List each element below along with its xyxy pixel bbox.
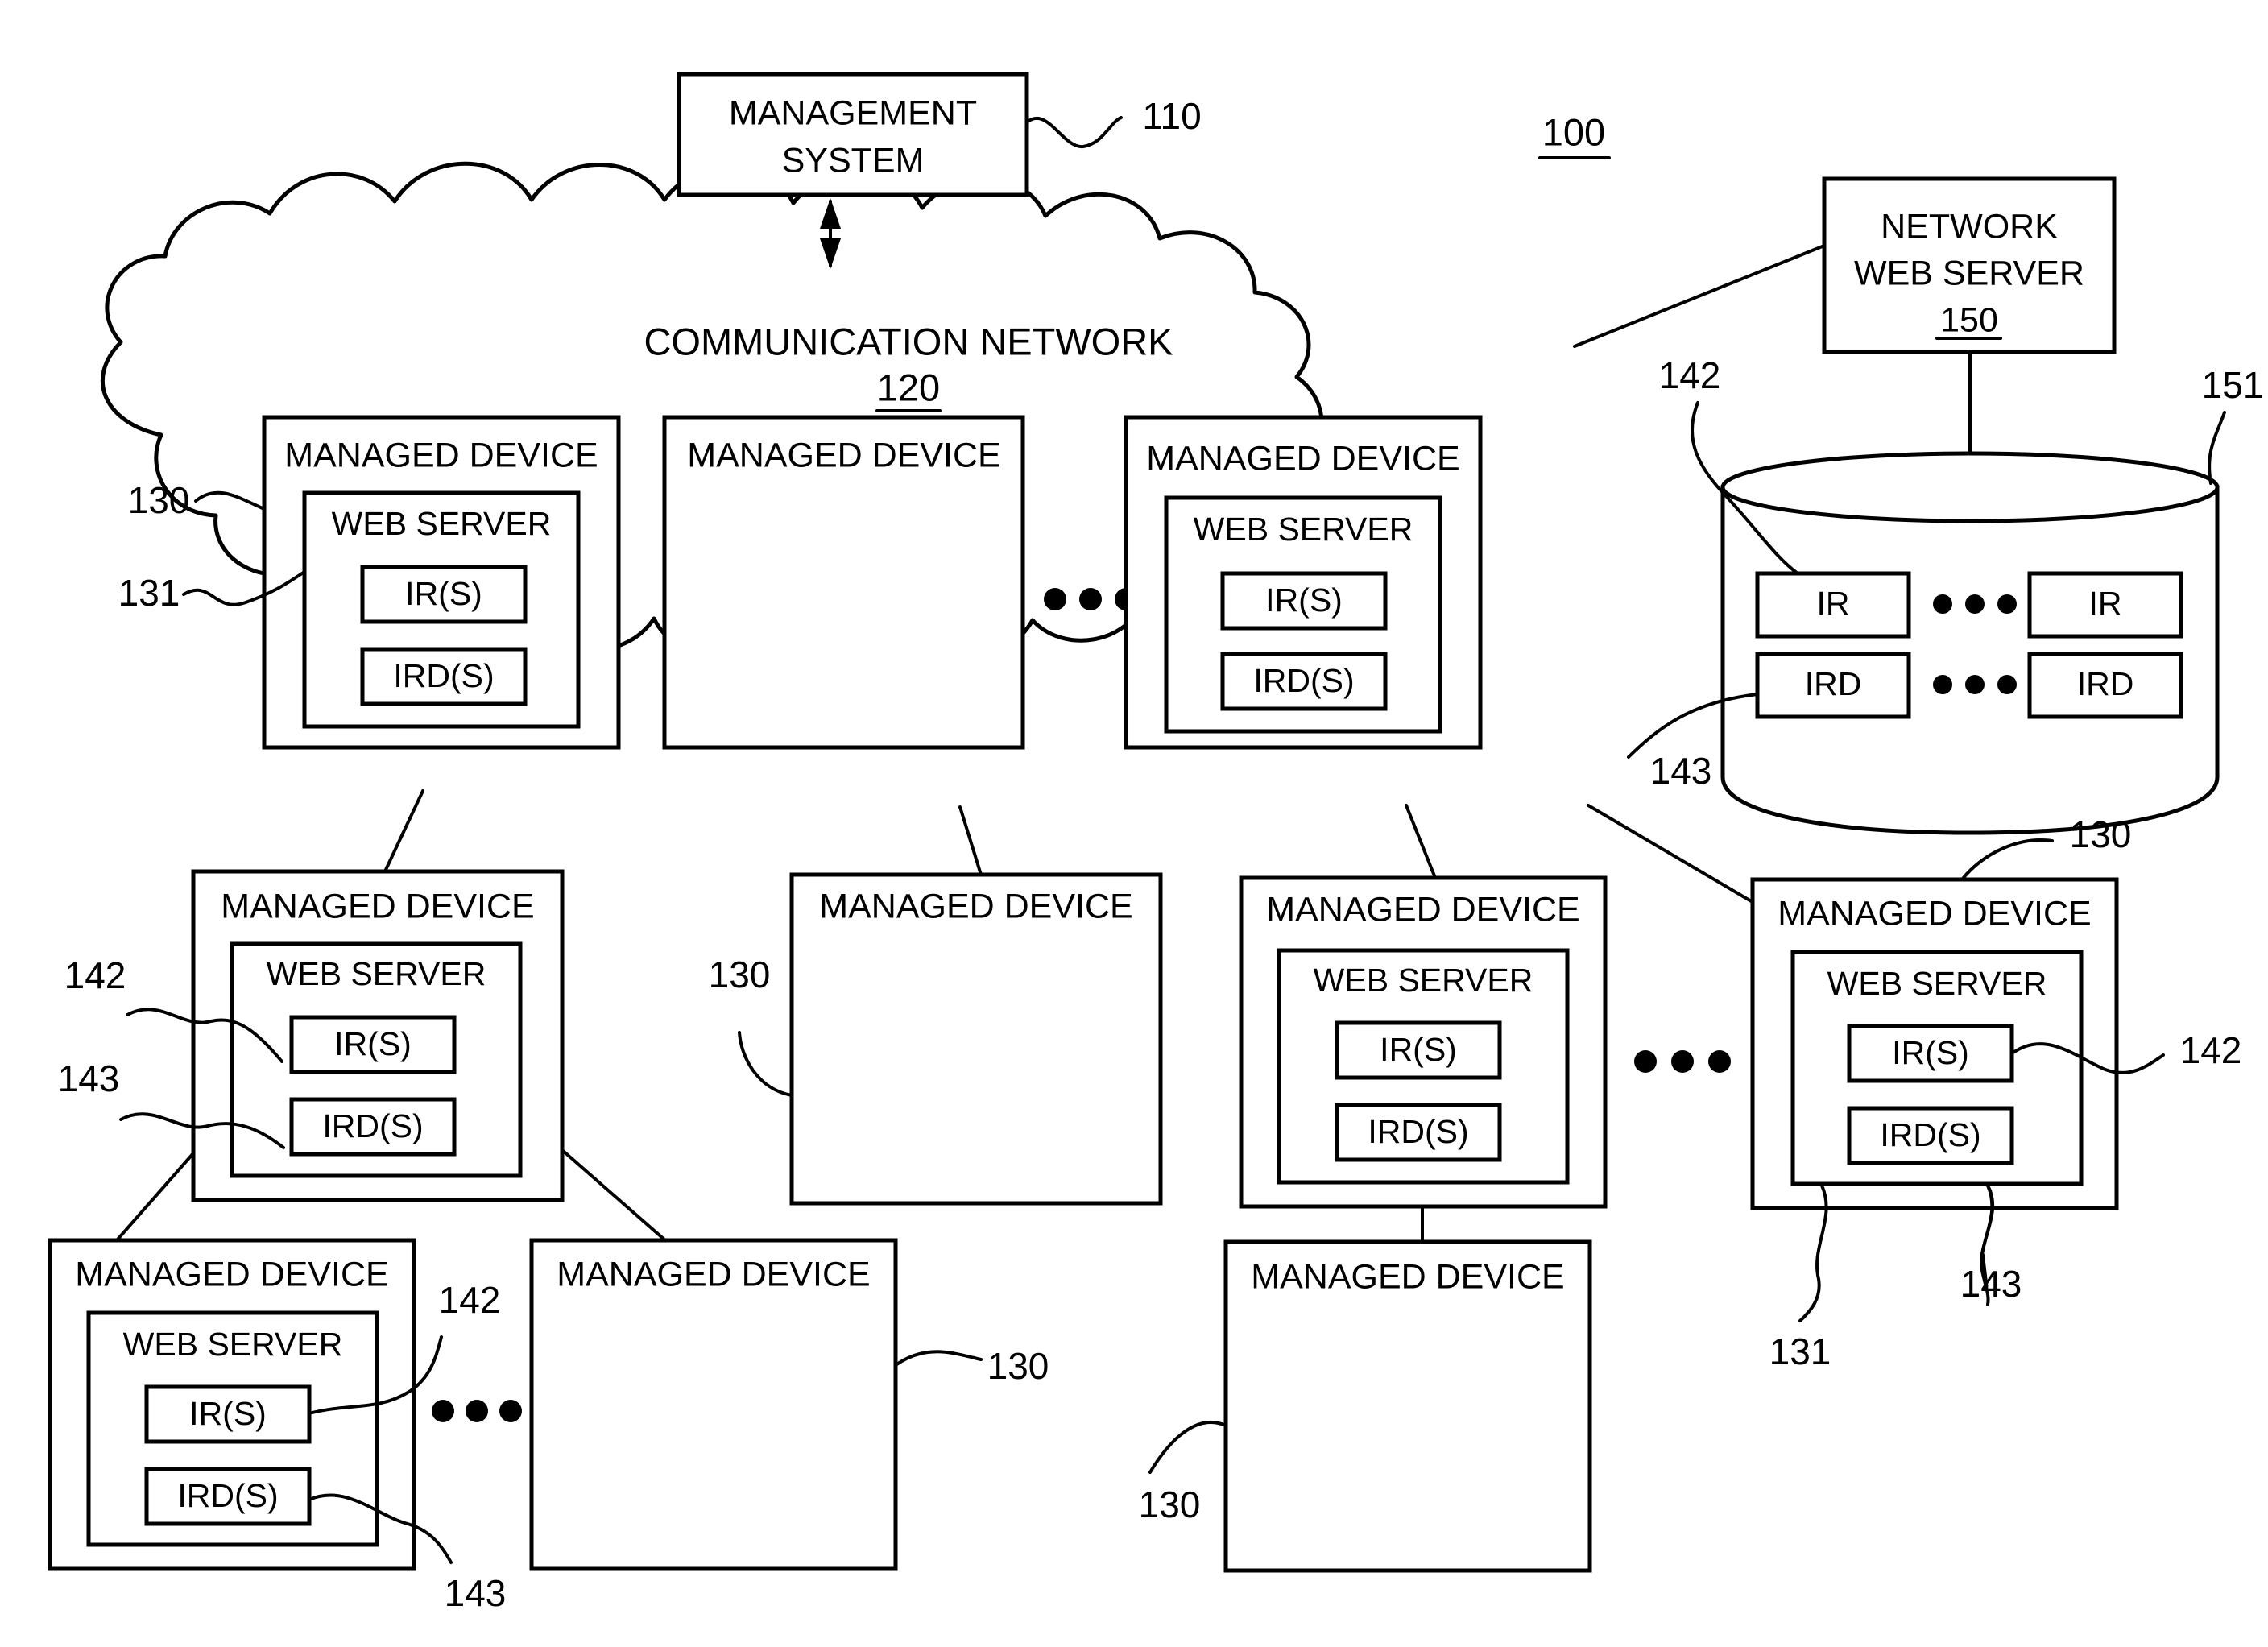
cloud-to-row2-device4-link [1587, 804, 1754, 904]
ir-s-label: IR(S) [334, 1025, 412, 1062]
database-ir-ellipsis-dot [1933, 594, 1952, 614]
management-system-node[interactable]: MANAGEMENT SYSTEM [677, 72, 1029, 197]
database-ir-label-left: IR [1817, 585, 1850, 622]
ird-s-label: IRD(S) [1368, 1113, 1468, 1150]
ref-143-row2-label: 143 [58, 1057, 120, 1099]
ref-131-row2-dev4-label: 131 [1769, 1330, 1831, 1372]
ref-130-row3-dev2-leader [894, 1350, 983, 1367]
managed-device-title: MANAGED DEVICE [557, 1255, 870, 1293]
cloud-row-ellipsis [1044, 588, 1137, 610]
row2-dev1-to-row3-dev2-link [561, 1148, 667, 1242]
database-cylinder[interactable]: IR IRD IR IRD [1720, 451, 2220, 835]
database-ir-ellipsis-dot [1965, 594, 1984, 614]
ref-110-label: 110 [1142, 95, 1201, 137]
ird-s-label: IRD(S) [393, 657, 494, 694]
ref-130-row2-leader [738, 1031, 793, 1097]
ird-s-label: IRD(S) [1880, 1116, 1980, 1153]
network-web-server-label-1: NETWORK [1881, 207, 2058, 246]
managed-device-row3-2[interactable]: MANAGED DEVICE [529, 1238, 898, 1571]
cloud-to-row2-device1-link [383, 789, 424, 873]
figure-number: 100 [1538, 110, 1611, 159]
cloud-title: COMMUNICATION NETWORK [644, 320, 1173, 362]
ir-s-label: IR(S) [1892, 1034, 1969, 1071]
patent-figure: COMMUNICATION NETWORK 120 MANAGEMENT SYS… [0, 0, 2268, 1647]
row2-ellipsis [1634, 1050, 1731, 1073]
ir-s-label: IR(S) [1265, 581, 1343, 619]
managed-device-row2-4[interactable]: MANAGED DEVICE WEB SERVER IR(S) IRD(S) [1750, 877, 2119, 1210]
cloud-to-network-web-server-link [1573, 244, 1826, 348]
managed-device-cloud-1[interactable]: MANAGED DEVICE WEB SERVER IR(S) IRD(S) [262, 415, 621, 750]
ref-142-row2-dev4-label: 142 [2180, 1029, 2242, 1071]
managed-device-title: MANAGED DEVICE [1778, 894, 2091, 933]
database-ird-label-left: IRD [1805, 665, 1862, 702]
managed-device-title: MANAGED DEVICE [819, 887, 1132, 925]
management-system-network-link [820, 198, 841, 269]
managed-device-cloud-3[interactable]: MANAGED DEVICE WEB SERVER IR(S) IRD(S) [1124, 415, 1483, 750]
web-server-title: WEB SERVER [267, 955, 486, 992]
ref-130-row2-label: 130 [709, 954, 771, 995]
ref-143-row2-dev4-label: 143 [1960, 1263, 2022, 1305]
ref-142-database-label: 142 [1659, 354, 1721, 396]
web-server-title: WEB SERVER [1827, 965, 2047, 1002]
ir-s-label: IR(S) [189, 1395, 267, 1432]
web-server-title: WEB SERVER [123, 1326, 343, 1363]
web-server-title: WEB SERVER [332, 505, 552, 542]
managed-device-title: MANAGED DEVICE [75, 1255, 388, 1293]
ref-131-cloud-label: 131 [118, 572, 180, 614]
ref-151-label: 151 [2202, 364, 2264, 406]
ird-s-label: IRD(S) [177, 1477, 278, 1514]
managed-device-title: MANAGED DEVICE [1251, 1257, 1564, 1296]
ref-130-row2-dev4-label: 130 [2070, 813, 2132, 855]
ref-130-cloud-leader [194, 490, 266, 511]
ref-130-row2-dev4-leader [1960, 838, 2054, 881]
ref-130-row3-dev2-label: 130 [987, 1345, 1049, 1387]
cloud-to-row2-device2-link [958, 805, 983, 876]
managed-device-row3-3[interactable]: MANAGED DEVICE [1223, 1239, 1592, 1573]
ref-143-row3-label: 143 [445, 1572, 507, 1614]
ir-s-label: IR(S) [405, 575, 482, 612]
network-web-server-label-2: WEB SERVER [1854, 254, 2084, 292]
ird-s-label: IRD(S) [322, 1107, 423, 1144]
database-ir-ellipsis-dot [1997, 594, 2017, 614]
ird-s-label: IRD(S) [1253, 662, 1354, 699]
cloud-ref: 120 [877, 366, 940, 408]
management-system-label-1: MANAGEMENT [729, 93, 977, 132]
ref-143-database-label: 143 [1650, 750, 1712, 792]
ir-s-label: IR(S) [1380, 1031, 1457, 1068]
managed-device-row2-1[interactable]: MANAGED DEVICE WEB SERVER IR(S) IRD(S) [191, 869, 565, 1202]
managed-device-title: MANAGED DEVICE [1146, 439, 1459, 478]
cloud-to-row2-device3-link [1405, 804, 1437, 879]
web-server-title: WEB SERVER [1314, 962, 1533, 999]
row3-ellipsis [432, 1400, 522, 1422]
svg-text:100: 100 [1542, 110, 1605, 153]
managed-device-row2-2[interactable]: MANAGED DEVICE [789, 872, 1163, 1206]
ref-151-leader [2208, 411, 2226, 485]
ref-130-row3-dev3-leader [1148, 1420, 1227, 1474]
ref-142-row3-label: 142 [439, 1279, 501, 1321]
database-ird-ellipsis-dot [1965, 675, 1984, 694]
web-server-title: WEB SERVER [1194, 511, 1413, 548]
managed-device-title: MANAGED DEVICE [1266, 890, 1579, 929]
database-ir-label-right: IR [2089, 585, 2122, 622]
row2-dev1-to-row3-dev1-link [115, 1152, 195, 1242]
managed-device-title: MANAGED DEVICE [284, 436, 598, 474]
ref-130-row3-dev3-label: 130 [1139, 1484, 1201, 1525]
database-ird-label-right: IRD [2077, 665, 2134, 702]
managed-device-title: MANAGED DEVICE [687, 436, 1000, 474]
ref-142-row2-label: 142 [64, 954, 126, 996]
managed-device-row2-3[interactable]: MANAGED DEVICE WEB SERVER IR(S) IRD(S) [1239, 875, 1608, 1209]
database-ird-ellipsis-dot [1933, 675, 1952, 694]
network-web-server-ref: 150 [1940, 300, 1998, 339]
ref-130-cloud-label: 130 [128, 479, 190, 521]
managed-device-title: MANAGED DEVICE [221, 887, 534, 925]
management-system-label-2: SYSTEM [782, 141, 925, 180]
ref-110-leader [1025, 116, 1123, 149]
managed-device-cloud-2[interactable]: MANAGED DEVICE [662, 415, 1025, 750]
database-ird-ellipsis-dot [1997, 675, 2017, 694]
network-web-server-node[interactable]: NETWORK WEB SERVER 150 [1822, 176, 2117, 354]
